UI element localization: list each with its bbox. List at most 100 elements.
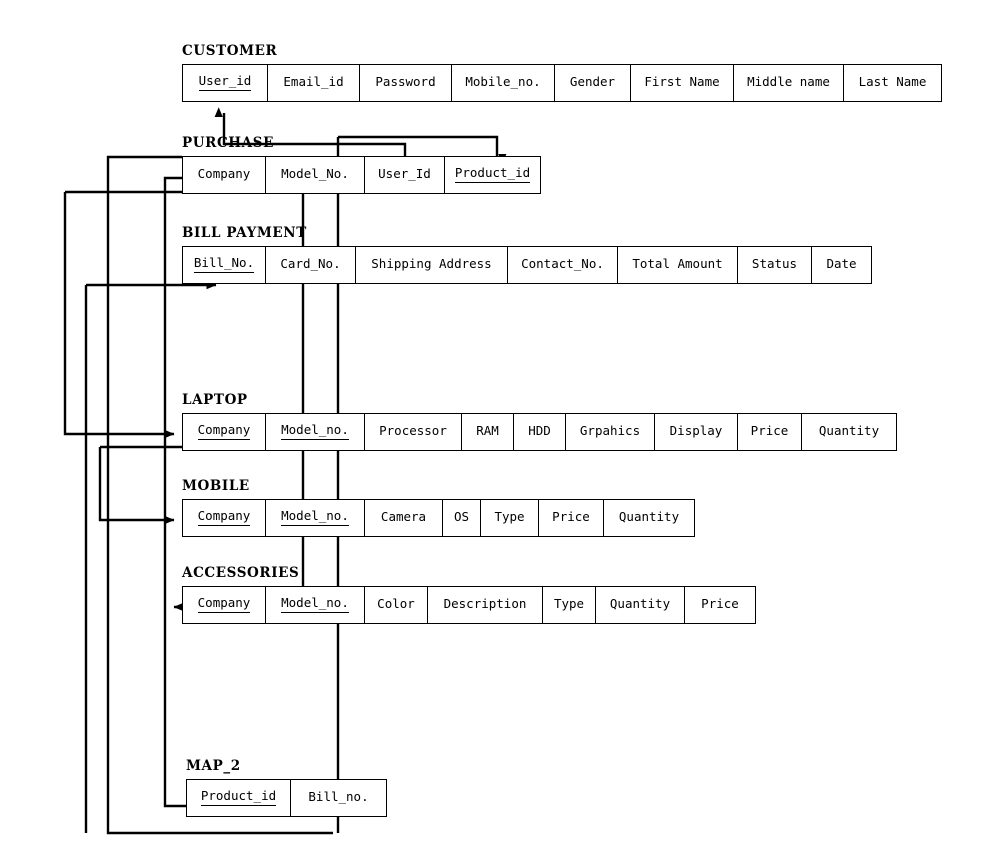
attribute-cell: Middle name [734,64,844,101]
attribute-label: Email_id [283,74,344,90]
attribute-row: Bill_No. Card_No. Shipping Address Contact_… [182,245,872,284]
attribute-row: Product_id Bill_no. [186,778,387,817]
attribute-cell: HDD [514,413,566,450]
attribute-label: Model_no. [281,422,349,440]
attribute-row: Company Model_no. Camera OS Type Price Quantit… [182,498,695,537]
attribute-cell: Price [685,586,755,623]
attribute-label: Shipping Address [371,256,492,272]
attribute-label: Price [552,509,590,525]
entity-accessories: ACCESSORIES Company Model_no. Color Descript… [182,565,756,624]
attribute-cell: Status [738,246,812,283]
attribute-cell-primary-key: User_id [183,64,268,101]
entity-title: CUSTOMER [182,43,278,59]
attribute-cell: Price [539,499,604,536]
attribute-cell-primary-key: Model_no. [266,499,365,536]
attribute-label: Grpahics [579,423,641,439]
attribute-cell: Model_No. [266,156,365,193]
connector-to-mobile-company [98,447,175,525]
attribute-label: Mobile_no. [465,74,541,90]
attribute-cell: Gender [555,64,631,101]
attribute-cell: Total Amount [618,246,738,283]
entity-title: ACCESSORIES [182,565,300,581]
attribute-label: Middle name [747,74,830,90]
attribute-label: Bill_No. [193,255,255,273]
attribute-cell: Color [365,586,428,623]
attribute-label: Last Name [858,74,927,90]
attribute-row: Company Model_No. User_Id Product_id [182,155,541,194]
attribute-cell: Password [360,64,452,101]
attribute-cell: Display [655,413,738,450]
entity-laptop: LAPTOP Company Model_no. Processor RAM HDD Grp… [182,392,897,451]
attribute-cell: Quantity [604,499,694,536]
attribute-label: RAM [476,423,499,439]
entity-bill-payment: BILL PAYMENT Bill_No. Card_No. Shipping Add… [182,225,872,284]
attribute-cell: Type [481,499,539,536]
attribute-label: Password [375,74,436,90]
attribute-cell: First Name [631,64,734,101]
attribute-cell: Processor [365,413,462,450]
attribute-label: Company [197,595,251,613]
attribute-row: Company Model_no. Processor RAM HDD Grpahics D… [182,412,897,451]
entity-title: PURCHASE [182,135,274,151]
attribute-cell: Mobile_no. [452,64,555,101]
attribute-cell-primary-key: Company [183,586,266,623]
attribute-cell: Last Name [844,64,941,101]
attribute-cell: Company [183,156,266,193]
connector-to-laptop-company [63,192,175,439]
attribute-label: Product_id [200,788,277,806]
attribute-cell: Contact_No. [508,246,618,283]
attribute-cell: Grpahics [566,413,655,450]
attribute-cell: Type [543,586,596,623]
attribute-label: Display [669,423,723,439]
attribute-cell-primary-key: Company [183,413,266,450]
attribute-label: Model_No. [281,166,349,182]
attribute-cell: Email_id [268,64,360,101]
attribute-label: Description [443,596,527,612]
attribute-label: OS [453,509,470,525]
attribute-label: Camera [380,509,427,525]
attribute-cell: User_Id [365,156,445,193]
attribute-row: Company Model_no. Color Description Type Quan… [182,585,756,624]
entity-purchase: PURCHASE Company Model_No. User_Id Product_i… [182,135,541,194]
attribute-label: Contact_No. [521,256,604,272]
attribute-label: Color [377,596,415,612]
attribute-label: Model_no. [281,595,349,613]
attribute-cell-primary-key: Model_no. [266,586,365,623]
attribute-label: Company [197,508,251,526]
attribute-label: Price [701,596,739,612]
attribute-cell: Description [428,586,543,623]
attribute-cell: Date [812,246,871,283]
attribute-label: Bill_no. [308,789,369,805]
entity-customer: CUSTOMER User_id Email_id Password Mobile_no… [182,43,942,102]
attribute-cell-primary-key: Model_no. [266,413,365,450]
attribute-label: Card_No. [280,256,341,272]
attribute-label: Quantity [818,423,880,439]
attribute-label: Status [751,256,798,272]
attribute-label: User_Id [378,166,431,182]
attribute-label: Processor [379,423,447,439]
attribute-row: User_id Email_id Password Mobile_no. Gender F… [182,63,942,102]
attribute-label: Quantity [609,596,671,612]
attribute-label: Quantity [618,509,680,525]
attribute-label: Product_id [454,165,531,183]
entity-map-2: MAP_2 Product_id Bill_no. [186,759,387,817]
attribute-label: Model_no. [281,508,349,526]
entity-mobile: MOBILE Company Model_no. Camera OS Type Price Q… [182,478,695,537]
attribute-label: HDD [528,423,551,439]
attribute-label: Company [197,166,251,182]
attribute-cell-primary-key: Product_id [187,779,291,816]
attribute-label: Gender [569,74,616,90]
attribute-label: Price [750,423,789,439]
attribute-cell: OS [443,499,481,536]
entity-title: MOBILE [182,478,250,494]
attribute-cell: Price [738,413,802,450]
entity-title: LAPTOP [182,392,248,408]
entity-title: BILL PAYMENT [182,225,307,241]
attribute-label: User_id [198,73,252,91]
attribute-label: Type [553,596,585,612]
attribute-cell: Quantity [802,413,896,450]
attribute-cell: Bill_no. [291,779,386,816]
schema-diagram-canvas: CUSTOMER User_id Email_id Password Mobile_no… [0,0,1000,865]
attribute-cell: Shipping Address [356,246,508,283]
attribute-cell: Camera [365,499,443,536]
